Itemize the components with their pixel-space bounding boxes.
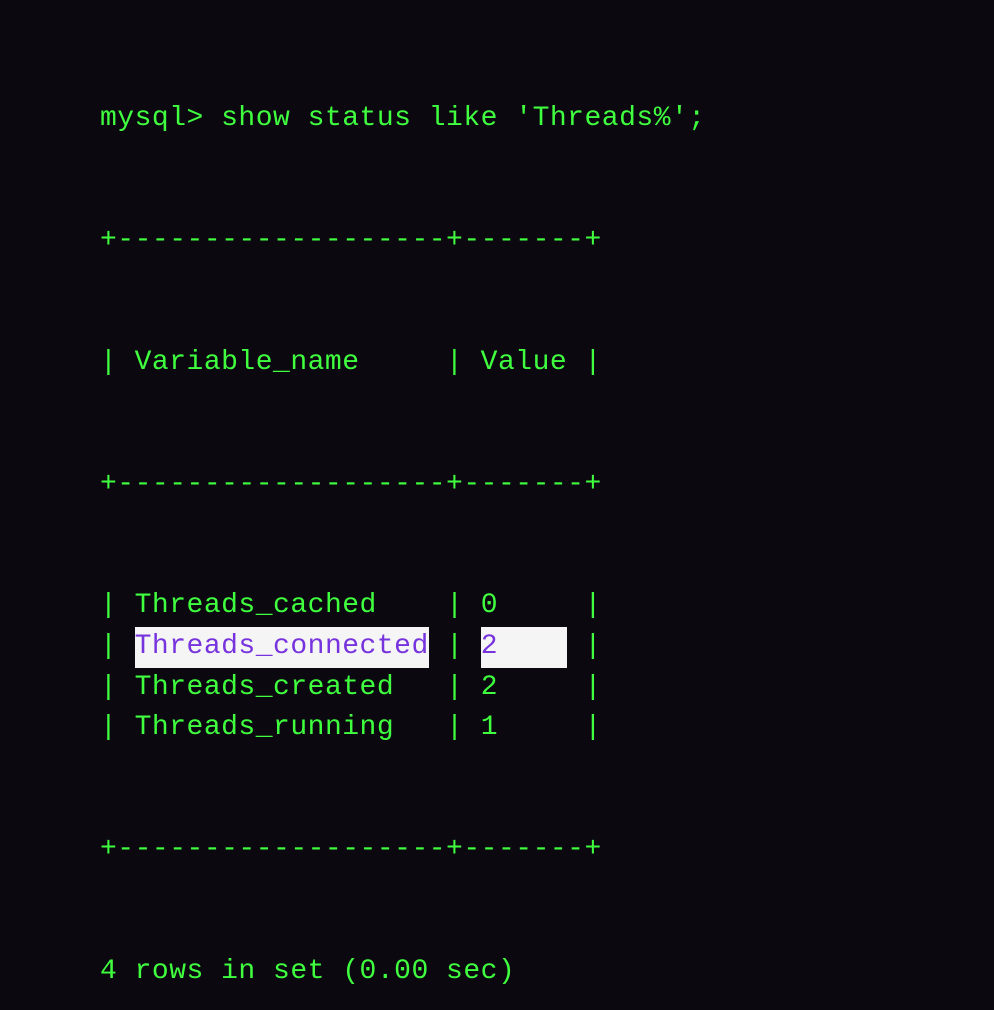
table-border-top: +-------------------+-------+: [0, 221, 994, 262]
table-border-mid: +-------------------+-------+: [0, 465, 994, 506]
table-row: | Threads_connected | 2 |: [0, 627, 994, 668]
pipe: |: [429, 627, 481, 668]
pipe: |: [100, 586, 135, 627]
table-row: | Threads_created | 2 |: [0, 668, 994, 709]
prompt: mysql>: [100, 103, 221, 134]
pipe: |: [429, 668, 481, 709]
table-row: | Threads_running | 1 |: [0, 708, 994, 749]
variable-name-cell: Threads_connected: [135, 627, 429, 668]
pipe: |: [429, 708, 481, 749]
terminal-output: mysql> show status like 'Threads%'; +---…: [0, 18, 994, 1010]
table-header-row: | Variable_name | Value |: [0, 343, 994, 384]
variable-name-cell: Threads_created: [135, 668, 429, 709]
pipe: |: [567, 627, 602, 668]
value-cell: 0: [481, 586, 568, 627]
command-line: mysql> show status like 'Threads%';: [0, 99, 994, 140]
table-border-bot: +-------------------+-------+: [0, 830, 994, 871]
pipe: |: [100, 708, 135, 749]
pipe: |: [567, 708, 602, 749]
variable-name-cell: Threads_cached: [135, 586, 429, 627]
value-cell: 1: [481, 708, 568, 749]
pipe: |: [100, 668, 135, 709]
result-footer: 4 rows in set (0.00 sec): [0, 952, 994, 993]
command-text: show status like 'Threads%';: [221, 103, 705, 134]
value-cell: 2: [481, 627, 568, 668]
pipe: |: [100, 627, 135, 668]
pipe: |: [567, 586, 602, 627]
value-cell: 2: [481, 668, 568, 709]
variable-name-cell: Threads_running: [135, 708, 429, 749]
pipe: |: [567, 668, 602, 709]
table-row: | Threads_cached | 0 |: [0, 586, 994, 627]
pipe: |: [429, 586, 481, 627]
